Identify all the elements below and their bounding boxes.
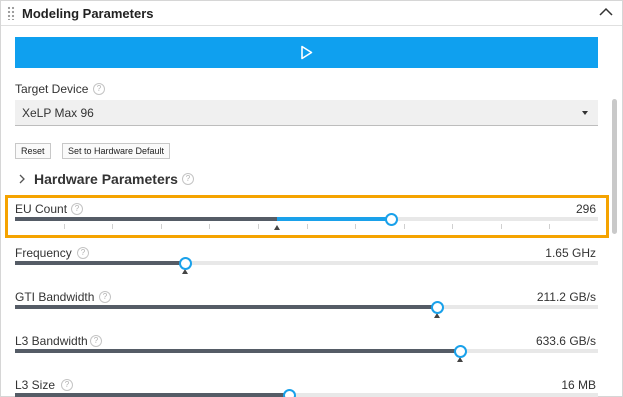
run-analysis-button[interactable] [15,37,598,68]
frequency-value: 1.65 GHz [545,246,596,260]
slider-tick [355,224,357,229]
slider-tick [160,224,162,229]
target-device-value: XeLP Max 96 [22,106,94,120]
slider-thumb[interactable] [431,301,444,314]
slider-default-fill [15,305,437,309]
target-device-label: Target Device [15,82,89,96]
help-icon[interactable]: ? [61,379,73,391]
help-icon[interactable]: ? [93,83,105,95]
slider-default-fill [15,349,460,353]
slider-thumb[interactable] [179,257,192,270]
chevron-up-icon[interactable] [599,7,613,17]
slider-tick [403,224,405,229]
modeling-parameters-panel: Modeling Parameters Target Device ? XeLP… [0,0,623,397]
help-icon[interactable]: ? [90,335,102,347]
help-icon[interactable]: ? [99,291,111,303]
slider-default-fill [15,261,185,265]
help-icon[interactable]: ? [71,203,83,215]
l3-bandwidth-label: L3 Bandwidth [15,334,88,348]
frequency-slider[interactable] [15,261,598,265]
chevron-right-icon[interactable] [19,174,25,184]
caret-down-icon [582,111,588,115]
hardware-parameters-title[interactable]: Hardware Parameters [34,171,178,187]
slider-active-fill [277,217,391,221]
l3-size-value: 16 MB [561,378,596,392]
l3-size-label: L3 Size [15,378,56,392]
target-device-select[interactable]: XeLP Max 96 [15,100,598,126]
gti-bandwidth-slider[interactable] [15,305,598,309]
eu-count-slider[interactable] [15,217,598,221]
scrollbar[interactable] [612,99,617,234]
slider-default-fill [15,393,289,397]
slider-thumb[interactable] [385,213,398,226]
slider-thumb[interactable] [454,345,467,358]
panel-header: Modeling Parameters [1,1,622,26]
default-value-marker [274,225,280,230]
slider-thumb[interactable] [283,389,296,397]
slider-default-fill [15,217,277,221]
slider-tick [209,224,211,229]
slider-tick [257,224,259,229]
l3-bandwidth-value: 633.6 GB/s [535,334,596,348]
eu-count-label: EU Count [15,202,68,216]
slider-tick [306,224,308,229]
slider-tick [500,224,502,229]
l3-size-slider[interactable] [15,393,598,397]
gti-bandwidth-value: 211.2 GB/s [536,290,596,304]
l3-bandwidth-slider[interactable] [15,349,598,353]
help-icon[interactable]: ? [182,173,194,185]
reset-button[interactable]: Reset [15,143,51,159]
eu-count-value: 296 [575,202,596,216]
slider-tick [452,224,454,229]
gti-bandwidth-label: GTI Bandwidth [15,290,95,304]
set-hardware-default-button[interactable]: Set to Hardware Default [62,143,171,159]
panel-title: Modeling Parameters [22,6,154,21]
help-icon[interactable]: ? [77,247,89,259]
slider-tick [63,224,65,229]
frequency-label: Frequency [15,246,72,260]
drag-handle-icon[interactable] [7,6,15,20]
play-icon [301,45,313,60]
slider-tick [112,224,114,229]
slider-tick [549,224,551,229]
